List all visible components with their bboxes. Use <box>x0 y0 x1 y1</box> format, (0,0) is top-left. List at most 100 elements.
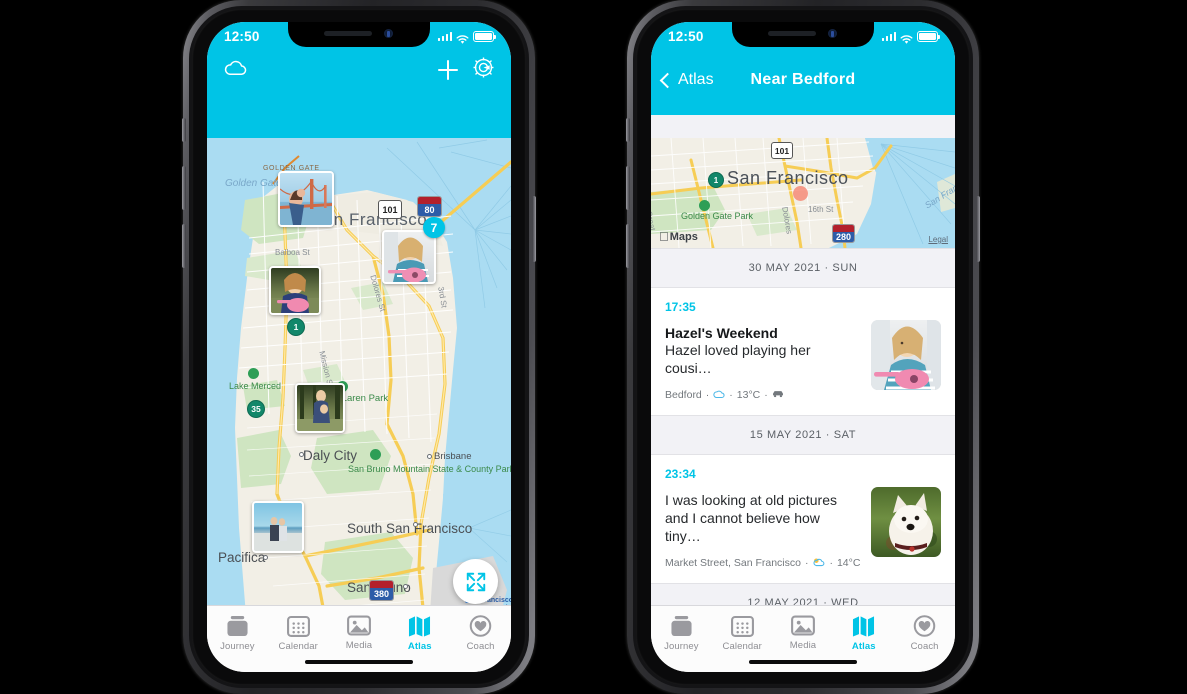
apple-maps-attribution: Maps <box>659 229 698 244</box>
date-separator: 12 MAY 2021 · WED <box>651 582 955 606</box>
map-photo-girl-pink-guitar[interactable] <box>269 266 321 315</box>
route-shield-i-280: 280 <box>832 224 855 243</box>
route-shield-i-380: 380 <box>369 580 394 601</box>
earpiece-speaker <box>768 31 816 36</box>
route-shield-ca-1: 1 <box>287 318 305 336</box>
entry-thumbnail[interactable] <box>871 486 941 557</box>
tab-coach[interactable]: Coach <box>450 606 511 672</box>
feed-entry[interactable]: 23:34 I was looking at old pictures and … <box>651 454 955 583</box>
expand-map-button[interactable] <box>453 559 498 604</box>
earpiece-speaker <box>324 31 372 36</box>
home-indicator[interactable] <box>749 659 857 664</box>
tab-journey[interactable]: Journey <box>207 606 268 672</box>
map-label-lake-merced: Lake Merced <box>229 381 282 391</box>
apple-logo-icon:  <box>659 229 669 244</box>
map-pin-lake-merced <box>248 368 259 379</box>
notch <box>288 22 430 47</box>
wifi-icon <box>456 32 469 44</box>
tab-coach[interactable]: Coach <box>894 606 955 672</box>
map-cluster-badge[interactable]: 7 <box>423 217 445 238</box>
route-shield-us-101: 101 <box>378 200 402 219</box>
map-label-san-bruno-mountain: San Bruno Mountain State & County Park <box>348 464 511 474</box>
entries-feed[interactable]: 30 MAY 2021 · SUN 17:35 Hazel's Weekend … <box>651 248 955 606</box>
front-camera <box>828 29 837 38</box>
cloud-icon[interactable] <box>224 60 247 81</box>
coach-heart-icon <box>469 615 492 637</box>
volume-down-button[interactable] <box>626 224 630 268</box>
front-camera <box>384 29 393 38</box>
car-icon <box>772 389 784 401</box>
map-photo-family-park[interactable] <box>295 383 345 433</box>
coach-heart-icon <box>913 615 936 637</box>
entry-location: Market Street, San Francisco <box>665 557 801 570</box>
meta-separator: · <box>804 557 809 570</box>
meta-separator-2: · <box>729 389 733 402</box>
home-indicator[interactable] <box>305 659 413 664</box>
entry-text: I was looking at old pictures and I cann… <box>665 491 837 544</box>
map-label-16th-st: 16th St <box>808 205 834 214</box>
meta-separator-3: · <box>764 389 768 402</box>
date-separator: 30 MAY 2021 · SUN <box>651 248 955 288</box>
battery-icon <box>473 31 496 42</box>
map-label-brisbane: Brisbane <box>434 451 472 462</box>
wifi-icon <box>900 32 913 44</box>
entry-temperature: 14°C <box>836 557 861 570</box>
status-time: 12:50 <box>224 29 260 44</box>
entry-time: 23:34 <box>665 466 696 481</box>
tab-journey[interactable]: Journey <box>651 606 712 672</box>
map-label-balboa-st: Balboa St <box>275 248 310 257</box>
route-shield-ca-35: 35 <box>247 400 265 418</box>
mute-switch[interactable] <box>626 118 630 142</box>
calendar-icon <box>286 615 310 637</box>
map-dot-san-bruno <box>403 584 408 589</box>
entry-title: Hazel's Weekend <box>665 325 778 341</box>
calendar-icon <box>730 615 754 637</box>
power-button[interactable] <box>532 196 536 262</box>
entry-location: Bedford <box>665 389 702 402</box>
atlas-map-icon <box>853 616 875 637</box>
date-separator: 15 MAY 2021 · SAT <box>651 414 955 455</box>
atlas-map[interactable]: Golden Gate GOLDEN GATE San Francisco Ba… <box>207 138 511 628</box>
mute-switch[interactable] <box>182 118 186 142</box>
media-photo-icon <box>347 615 371 636</box>
battery-icon <box>917 31 940 42</box>
map-pin-golden-gate-park <box>699 200 710 211</box>
chevron-left-icon <box>659 72 676 88</box>
map-photo-beach-couple[interactable] <box>252 501 304 553</box>
gear-icon[interactable] <box>473 57 494 83</box>
map-legal-link[interactable]: Legal <box>928 235 948 244</box>
entry-text: Hazel loved playing her cousi… <box>665 342 811 376</box>
map-dot-pacifica <box>263 555 268 560</box>
entry-temperature: 13°C <box>736 389 761 402</box>
phone-left: 12:50 Golden Gate GOLDEN GATE San Franci… <box>182 0 536 694</box>
entry-meta: Market Street, San Francisco · · 14°C <box>665 557 941 570</box>
map-photo-girl-ukulele[interactable] <box>382 230 436 284</box>
map-label-golden-gate: Golden Gate <box>225 178 282 189</box>
feed-entry[interactable]: 17:35 Hazel's Weekend Hazel loved playin… <box>651 288 955 415</box>
map-photo-golden-gate-bridge[interactable] <box>278 171 334 227</box>
meta-separator: · <box>705 389 710 402</box>
cellular-signal-icon <box>881 32 896 41</box>
power-button[interactable] <box>976 196 980 262</box>
phone-screen-right: 12:50 Atlas Near Bedford San Francisco G… <box>651 22 955 672</box>
map-dot-south-sf <box>413 522 418 527</box>
route-shield-ca-1: 1 <box>708 172 724 188</box>
cloud-weather-icon <box>713 389 725 402</box>
location-map[interactable]: San Francisco Golden Gate Park 16th St D… <box>651 138 955 248</box>
back-button[interactable]: Atlas <box>659 71 714 89</box>
map-label-south-san-francisco: South San Francisco <box>347 521 473 536</box>
map-dot-daly-city <box>299 452 304 457</box>
volume-up-button[interactable] <box>626 166 630 210</box>
volume-up-button[interactable] <box>182 166 186 210</box>
notch <box>732 22 874 47</box>
atlas-map-icon <box>409 616 431 637</box>
back-button-label: Atlas <box>678 71 714 88</box>
entry-thumbnail[interactable] <box>871 320 941 390</box>
map-location-marker <box>793 186 808 201</box>
volume-down-button[interactable] <box>182 224 186 268</box>
map-dot-brisbane <box>427 454 432 459</box>
status-time: 12:50 <box>668 29 704 44</box>
phone-screen-left: 12:50 Golden Gate GOLDEN GATE San Franci… <box>207 22 511 672</box>
entry-meta: Bedford · · 13°C · <box>665 389 941 402</box>
plus-icon[interactable] <box>438 60 458 80</box>
